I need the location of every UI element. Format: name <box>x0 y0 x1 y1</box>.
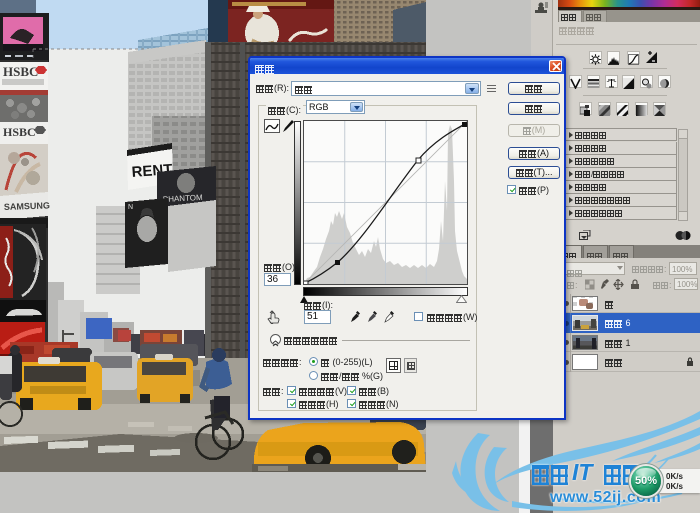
svg-text:HSBC: HSBC <box>3 125 36 139</box>
svg-text:SAMSUNG: SAMSUNG <box>4 200 50 212</box>
svg-text:HSBC: HSBC <box>3 64 38 79</box>
svg-text:N: N <box>128 204 133 211</box>
